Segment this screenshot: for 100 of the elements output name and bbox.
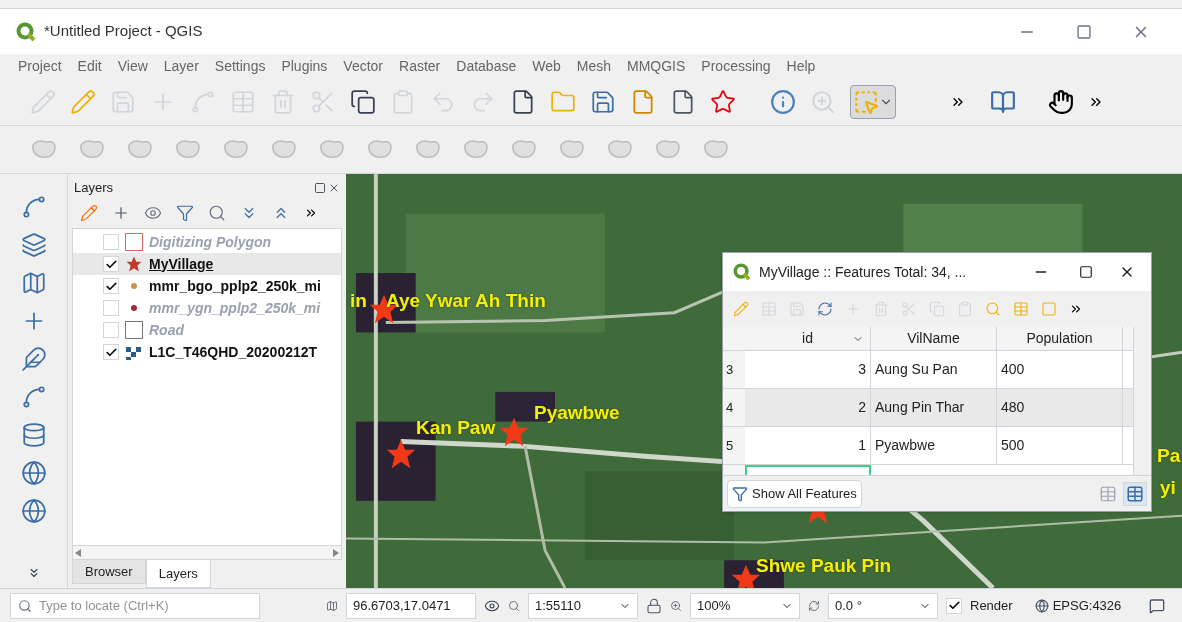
- menu-item[interactable]: Plugins: [281, 55, 328, 77]
- scale-dropdown[interactable]: 1:55110: [528, 592, 638, 619]
- row-header[interactable]: 5: [723, 427, 745, 464]
- window-title: MyVillage :: Features Total: 34, ...: [759, 262, 967, 282]
- add-group-icon[interactable]: [112, 204, 130, 222]
- close-icon[interactable]: [328, 182, 340, 194]
- column-header[interactable]: VilName: [871, 327, 997, 350]
- legend-entry[interactable]: L1C_T46QHD_20200212T: [73, 341, 341, 363]
- table-cell: Aung Pin Thar: [871, 389, 997, 426]
- visibility-icon[interactable]: [144, 204, 162, 222]
- scroll-right-icon[interactable]: [333, 548, 339, 557]
- layer-checkbox[interactable]: [103, 278, 119, 294]
- layer-checkbox[interactable]: [946, 597, 962, 614]
- filter-icon[interactable]: [176, 204, 194, 222]
- wms-layer-icon[interactable]: [20, 460, 47, 486]
- form-view-icon[interactable]: [1099, 484, 1117, 503]
- coordinate-icon[interactable]: [326, 599, 338, 612]
- app-logo-icon: [16, 21, 36, 42]
- rotation-field[interactable]: 0.0 °: [828, 592, 938, 619]
- panel-tab[interactable]: Browser: [72, 560, 146, 584]
- globe-icon: [1034, 598, 1049, 613]
- database-layer-icon[interactable]: [20, 422, 47, 448]
- menu-item[interactable]: MMQGIS: [627, 55, 686, 77]
- more-tools-icon[interactable]: [304, 206, 318, 220]
- menu-item[interactable]: Processing: [701, 55, 771, 77]
- layer-checkbox[interactable]: [103, 256, 119, 272]
- layer-checkbox[interactable]: [103, 234, 119, 250]
- copy-icon[interactable]: [350, 88, 376, 115]
- menu-item[interactable]: Project: [18, 55, 62, 77]
- more-tools-icon[interactable]: [1069, 302, 1083, 316]
- menu-item[interactable]: Raster: [399, 55, 441, 77]
- layer-checkbox[interactable]: [103, 344, 119, 360]
- column-header[interactable]: id: [745, 327, 871, 350]
- menu-item[interactable]: View: [117, 55, 148, 77]
- table-cell: Pyawbwe: [871, 427, 997, 464]
- globe-icon[interactable]: [20, 498, 47, 524]
- search-icon: [18, 598, 32, 613]
- expression-icon[interactable]: [985, 301, 1001, 317]
- map-label: Pyawbwe: [534, 401, 620, 425]
- app-logo-icon: [733, 263, 751, 281]
- coordinate-field[interactable]: 96.6703,17.0471: [346, 592, 476, 619]
- help-icon[interactable]: [990, 88, 1016, 115]
- map-label: in: [350, 289, 367, 313]
- spatialite-layer-icon[interactable]: [20, 384, 47, 410]
- virtual-layer-icon[interactable]: [20, 346, 47, 372]
- expression-filter-icon[interactable]: [208, 204, 226, 222]
- table-cell: 2: [745, 389, 871, 426]
- magnifier-icon[interactable]: [670, 599, 682, 612]
- mesh-layer-icon[interactable]: [20, 270, 47, 296]
- table-cell: 400: [997, 351, 1123, 388]
- menu-item[interactable]: Layer: [163, 55, 199, 77]
- row-header[interactable]: 3: [723, 351, 745, 388]
- table-cell: Aung Su Pan: [871, 351, 997, 388]
- legend-entry[interactable]: mmr_bgo_pplp2_250k_mi: [73, 275, 341, 297]
- select-features-button[interactable]: [850, 84, 896, 119]
- menu-item[interactable]: Help: [786, 55, 816, 77]
- messages-icon[interactable]: [1149, 597, 1166, 614]
- crs-button[interactable]: EPSG:4326: [1034, 595, 1122, 616]
- menu-item[interactable]: Web: [532, 55, 561, 77]
- table-row[interactable]: 4 2 Aung Pin Thar 480: [723, 389, 1133, 427]
- document-icon[interactable]: [670, 88, 696, 115]
- table-view-button[interactable]: [1123, 481, 1147, 506]
- magnifier-field[interactable]: 100%: [690, 592, 800, 619]
- identify-icon[interactable]: [770, 88, 796, 115]
- style-icon[interactable]: [710, 88, 736, 115]
- raster-layer-icon[interactable]: [20, 232, 47, 258]
- menu-item[interactable]: Vector: [343, 55, 384, 77]
- column-header[interactable]: Population: [997, 327, 1123, 350]
- rotation-icon[interactable]: [808, 599, 820, 612]
- refresh-icon[interactable]: [817, 301, 833, 317]
- lock-icon[interactable]: [646, 597, 662, 614]
- scale-icon[interactable]: [508, 599, 520, 612]
- pencil-icon[interactable]: [70, 88, 96, 115]
- table-row[interactable]: 5 1 Pyawbwe 500: [723, 427, 1133, 465]
- select-all-icon[interactable]: [1013, 301, 1029, 317]
- window-title: *Untitled Project - QGIS: [44, 21, 203, 42]
- scrollbar[interactable]: [1133, 327, 1151, 475]
- scroll-left-icon[interactable]: [75, 548, 81, 557]
- save-icon[interactable]: [590, 88, 616, 115]
- style-icon[interactable]: [80, 204, 98, 222]
- menu-item[interactable]: Edit: [77, 55, 102, 77]
- maximize-icon[interactable]: [1079, 265, 1093, 279]
- map-label: Aye Ywar Ah Thin: [386, 289, 546, 313]
- panel-tab[interactable]: Layers: [145, 560, 211, 588]
- folder-icon[interactable]: [550, 88, 576, 115]
- float-icon[interactable]: [314, 182, 326, 194]
- row-header[interactable]: 4: [723, 389, 745, 426]
- menu-item[interactable]: Mesh: [576, 55, 611, 77]
- layer-checkbox[interactable]: [103, 322, 119, 338]
- menu-item[interactable]: Database: [456, 55, 517, 77]
- vector-layer-icon[interactable]: [20, 194, 47, 220]
- layer-checkbox[interactable]: [103, 300, 119, 316]
- pencil-icon[interactable]: [733, 301, 749, 317]
- pan-icon[interactable]: [1048, 88, 1074, 115]
- table-row[interactable]: 3 3 Aung Su Pan 400: [723, 351, 1133, 389]
- show-all-features-button[interactable]: Show All Features: [727, 479, 862, 508]
- menu-item[interactable]: Settings: [214, 55, 266, 77]
- legend-entry[interactable]: MyVillage: [73, 253, 341, 275]
- locate-field[interactable]: Type to locate (Ctrl+K): [10, 592, 260, 619]
- new-file-icon[interactable]: [510, 88, 536, 115]
